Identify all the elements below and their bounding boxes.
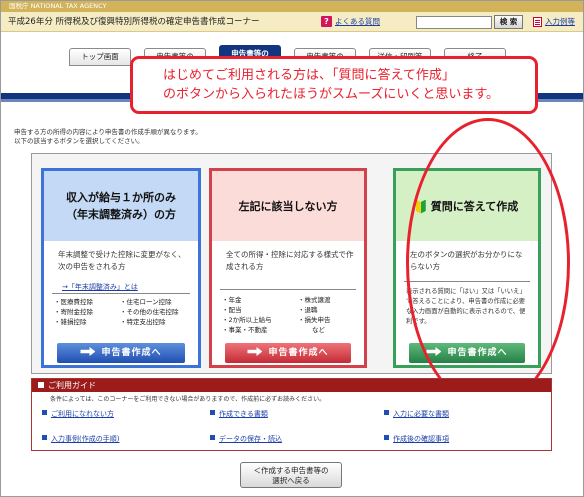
list-item: ・雑損控除: [54, 318, 87, 326]
bullet-icon: [210, 410, 215, 415]
card-qa: 質問に答えて作成 左のボタンの選択がお分かりにならない方 表示される質問に「はい…: [393, 168, 541, 368]
card-salary: 収入が給与１か所のみ （年末調整済み）の方 年末調整で受けた控除に変更がなく、次…: [41, 168, 201, 368]
callout-line-2: のボタンから入られたほうがスムーズにいくと思います。: [163, 87, 500, 102]
list-item: など: [312, 326, 325, 334]
back-button-line-1: ＜作成する申告書等の: [253, 466, 329, 475]
guide-link-examples[interactable]: 入力事例(作成の手順): [42, 434, 119, 444]
qa-create-button[interactable]: 申告書作成へ: [409, 343, 525, 363]
search-button[interactable]: 検 索: [494, 15, 523, 29]
list-item: ・2か所以上給与: [222, 316, 272, 324]
button-label: 申告書作成へ: [101, 348, 162, 358]
year-end-adjustment-link[interactable]: →「年末調整済み」とは: [62, 282, 138, 292]
back-button-line-2: 選択へ戻る: [272, 476, 310, 485]
guide-link-label: 作成できる書類: [219, 410, 268, 418]
guide-link-label: ご利用になれない方: [51, 410, 114, 418]
list-item: ・事業・不動産: [222, 326, 268, 334]
bullet-icon: [42, 435, 47, 440]
card-salary-header: 収入が給与１か所のみ （年末調整済み）の方: [44, 171, 198, 241]
card-salary-title-1: 収入が給与１か所のみ: [66, 191, 176, 204]
callout-line-1: はじめてご利用される方は、「質問に答えて作成」: [163, 68, 455, 83]
back-to-selection-button[interactable]: ＜作成する申告書等の 選択へ戻る: [240, 462, 342, 488]
card-qa-title-row: 質問に答えて作成: [416, 198, 518, 215]
card-other: 左記に該当しない方 全ての所得・控除に対応する様式で作成される方 ・年金 ・配当…: [209, 168, 367, 368]
bullet-icon: [384, 410, 389, 415]
salary-create-button[interactable]: 申告書作成へ: [57, 343, 185, 363]
annotation-callout: はじめてご利用される方は、「質問に答えて作成」 のボタンから入られたほうがスムー…: [130, 56, 538, 114]
list-item: ・年金: [222, 296, 242, 304]
card-qa-description: 左のボタンの選択がお分かりにならない方: [410, 250, 523, 271]
agency-banner: 国税庁 NATIONAL TAX AGENCY: [1, 1, 583, 12]
list-item: ・その他の住宅控除: [120, 308, 179, 316]
search-input[interactable]: [416, 16, 492, 29]
list-item: ・株式譲渡: [298, 296, 331, 304]
card-salary-divider: [52, 293, 190, 294]
card-qa-divider: [404, 281, 530, 282]
card-salary-description: 年末調整で受けた控除に変更がなく、次の申告をされる方: [58, 250, 186, 271]
bullet-icon: [384, 435, 389, 440]
input-example-link[interactable]: 入力例等: [545, 12, 575, 32]
guide-link-ineligible[interactable]: ご利用になれない方: [42, 409, 114, 419]
page-title: 平成26年分 所得税及び復興特別所得税の確定申告書作成コーナー: [8, 17, 260, 27]
guide-link-required[interactable]: 入力に必要な書類: [384, 409, 449, 419]
selection-panel: 収入が給与１か所のみ （年末調整済み）の方 年末調整で受けた控除に変更がなく、次…: [31, 153, 552, 374]
list-item: ・特定支出控除: [120, 318, 166, 326]
guide-link-documents[interactable]: 作成できる書類: [210, 409, 268, 419]
list-item: ・配当: [222, 306, 242, 314]
list-item: ・医療費控除: [54, 298, 93, 306]
guide-link-label: 作成後の確認事項: [393, 435, 449, 443]
button-label: 申告書作成へ: [447, 348, 508, 358]
arrow-right-icon: [247, 347, 263, 356]
bullet-icon: [42, 410, 47, 415]
card-salary-items-left: ・医療費控除 ・寄附金控除 ・雑損控除: [54, 297, 93, 327]
guide-link-save-load[interactable]: データの保存・読込: [210, 434, 282, 444]
card-qa-header: 質問に答えて作成: [396, 171, 538, 241]
card-other-header: 左記に該当しない方: [212, 171, 364, 241]
usage-guide-note: 条件によっては、このコーナーをご利用できない場合がありますので、作成前に必ずお読…: [50, 396, 326, 403]
instruction-line-1: 申告する方の所得の内容により申告書の作成手順が異なります。: [14, 128, 202, 136]
list-item: ・住宅ローン控除: [120, 298, 172, 306]
card-other-description: 全ての所得・控除に対応する様式で作成される方: [226, 250, 354, 271]
tab-top[interactable]: トップ画面: [69, 48, 131, 66]
guide-link-label: データの保存・読込: [219, 435, 282, 443]
other-create-button[interactable]: 申告書作成へ: [225, 343, 351, 363]
usage-guide: ご利用ガイド 条件によっては、このコーナーをご利用できない場合がありますので、作…: [31, 378, 552, 451]
beginner-mark-icon: [416, 200, 427, 214]
guide-link-after-check[interactable]: 作成後の確認事項: [384, 434, 449, 444]
list-item: ・寄附金控除: [54, 308, 93, 316]
square-icon: [38, 382, 44, 388]
card-other-title: 左記に該当しない方: [238, 199, 338, 213]
faq-link[interactable]: よくある質問: [335, 12, 380, 32]
list-item: ・損失申告: [298, 316, 331, 324]
card-other-items-left: ・年金 ・配当 ・2か所以上給与 ・事業・不動産: [222, 295, 272, 335]
guide-link-label: 入力に必要な書類: [393, 410, 449, 418]
usage-guide-title: ご利用ガイド: [48, 381, 96, 390]
document-icon[interactable]: [533, 17, 542, 27]
arrow-right-icon: [80, 347, 96, 356]
list-item: ・退職: [298, 306, 318, 314]
bullet-icon: [210, 435, 215, 440]
card-other-divider: [220, 289, 356, 290]
arrow-right-icon: [426, 347, 442, 356]
question-icon[interactable]: ?: [321, 16, 332, 27]
title-bar: 平成26年分 所得税及び復興特別所得税の確定申告書作成コーナー ? よくある質問…: [1, 12, 583, 32]
usage-guide-header: ご利用ガイド: [32, 379, 551, 392]
card-salary-items-right: ・住宅ローン控除 ・その他の住宅控除 ・特定支出控除: [120, 297, 179, 327]
instruction-line-2: 以下の該当するボタンを選択してください。: [14, 137, 144, 145]
card-salary-title-2: （年末調整済み）の方: [66, 208, 176, 221]
card-qa-title: 質問に答えて作成: [430, 199, 519, 213]
card-qa-note: 表示される質問に「はい」又は「いいえ」で答えることにより、申告書の作成に必要な入…: [406, 288, 526, 325]
button-label: 申告書作成へ: [268, 348, 329, 358]
card-other-items-right: ・株式譲渡 ・退職 ・損失申告 など: [298, 295, 331, 335]
guide-link-label: 入力事例(作成の手順): [51, 435, 120, 443]
